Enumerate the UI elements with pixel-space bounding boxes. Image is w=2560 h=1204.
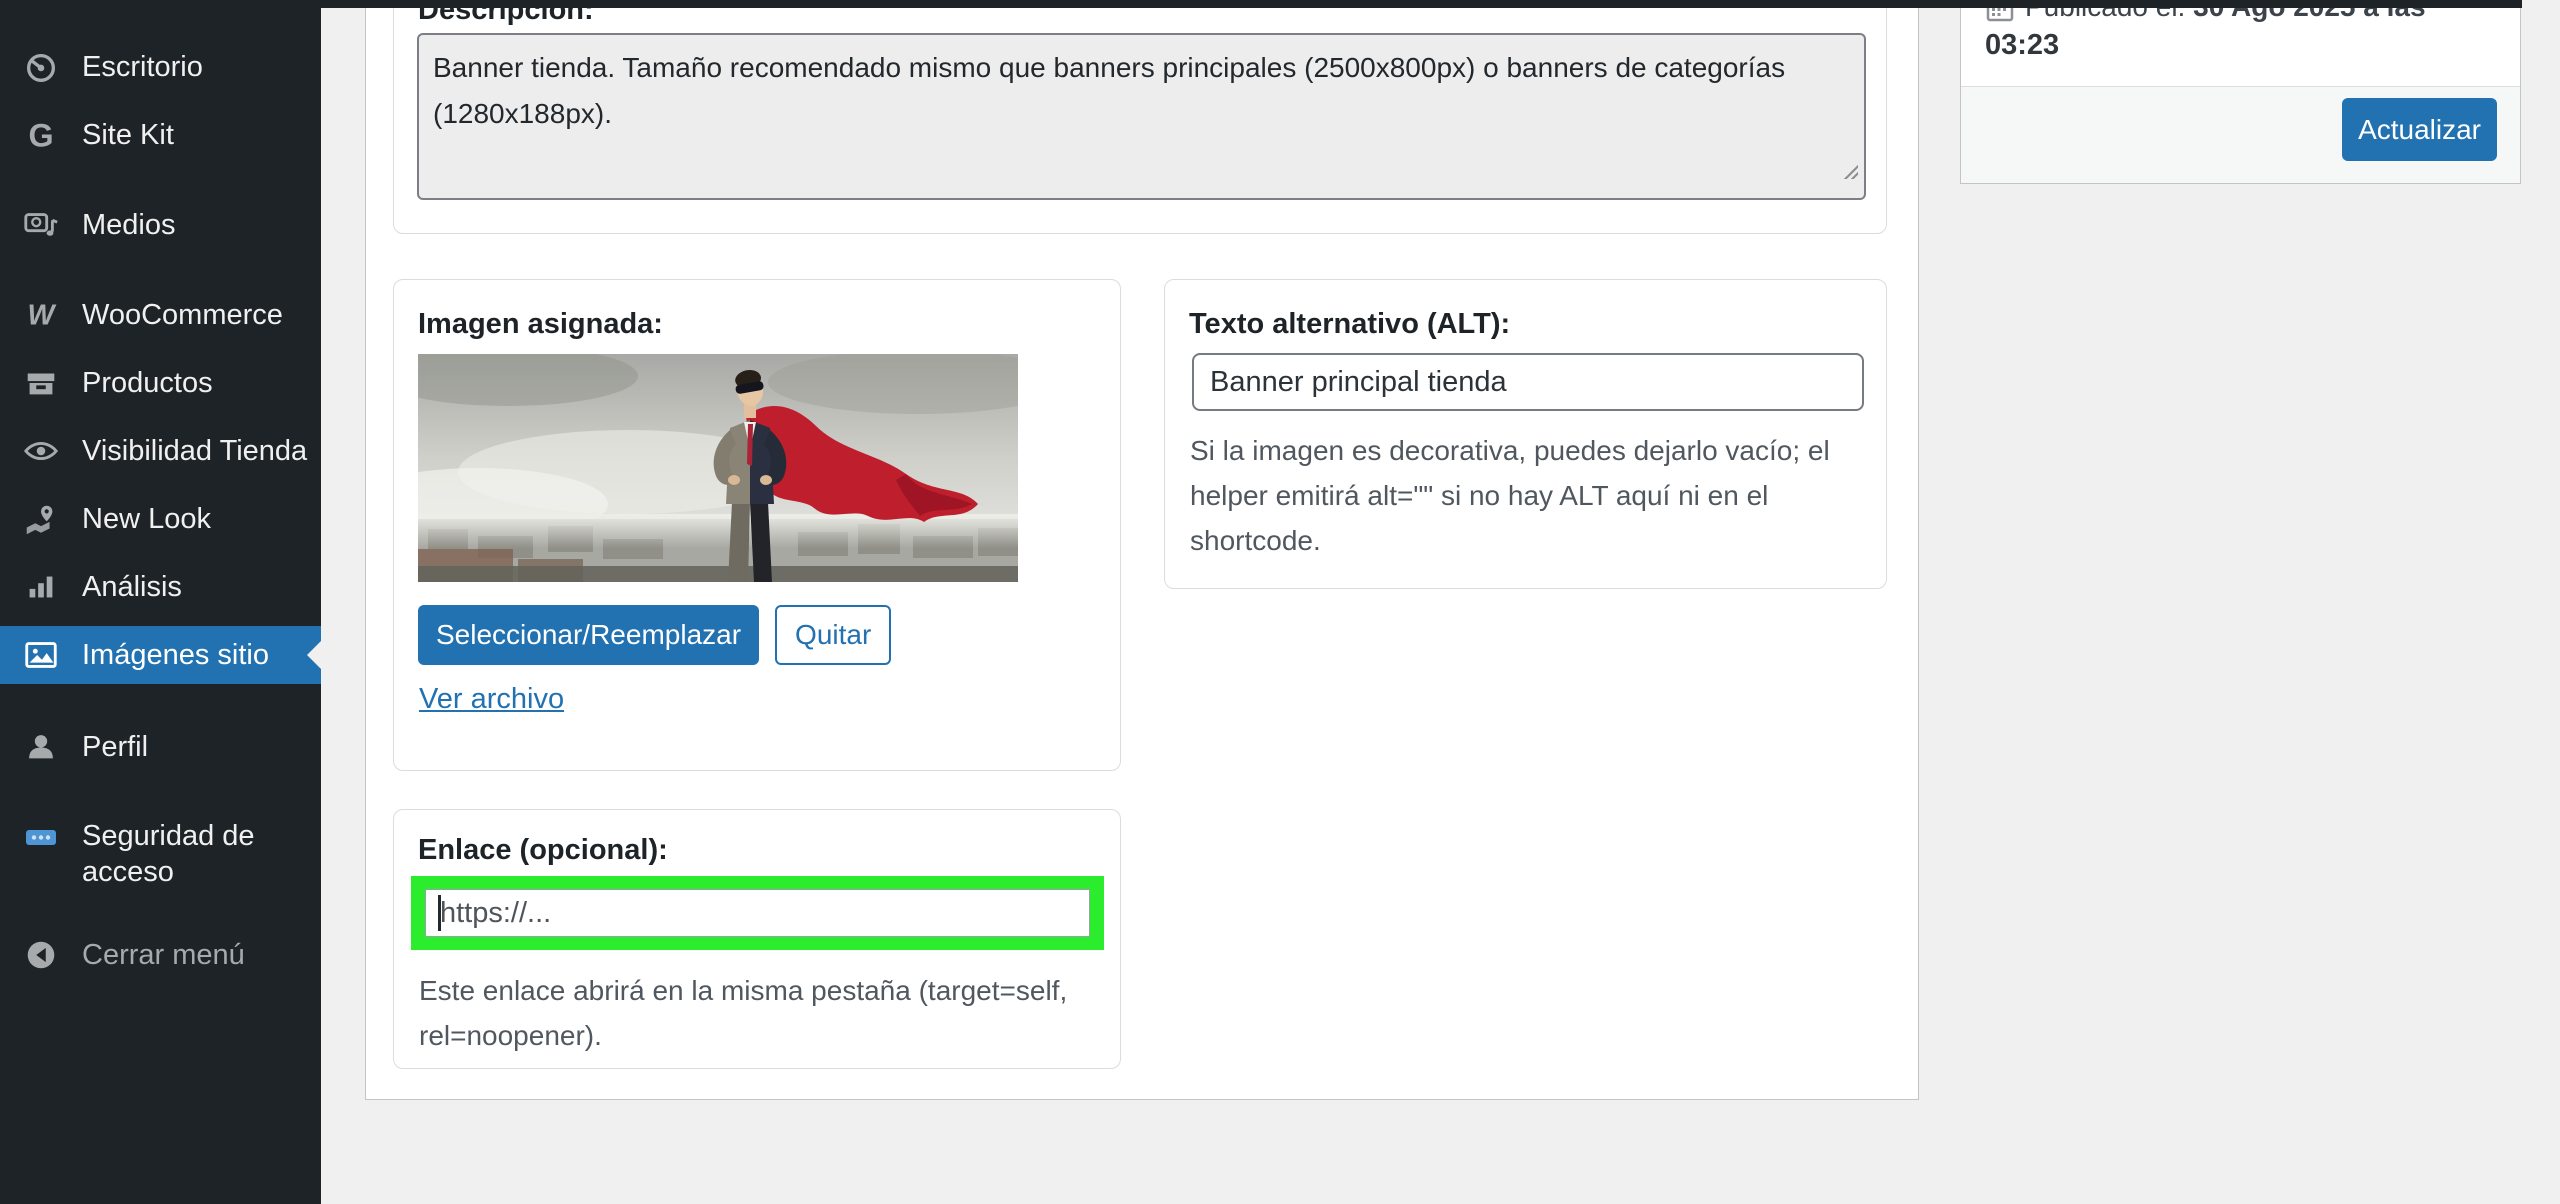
sidebar-item-label: Análisis bbox=[82, 570, 182, 603]
sidebar-item-new-look[interactable]: New Look bbox=[0, 490, 321, 548]
admin-topbar-remnant bbox=[0, 0, 2522, 8]
remove-button[interactable]: Quitar bbox=[775, 605, 892, 665]
alt-help-line: helper emitirá alt="" si no hay ALT aquí… bbox=[1190, 480, 1769, 511]
sidebar-item-analisis[interactable]: Análisis bbox=[0, 558, 321, 616]
description-textarea[interactable]: Banner tienda. Tamaño recomendado mismo … bbox=[417, 33, 1866, 200]
select-replace-button[interactable]: Seleccionar/Reemplazar bbox=[418, 605, 760, 665]
image-buttons-row: Seleccionar/Reemplazar Quitar bbox=[418, 605, 892, 665]
sidebar-item-label: WooCommerce bbox=[82, 298, 283, 331]
alt-text-input[interactable] bbox=[1192, 353, 1864, 411]
sidebar-item-medios[interactable]: Medios bbox=[0, 196, 321, 254]
alt-help-line: shortcode. bbox=[1190, 525, 1321, 556]
sidebar-item-label: Seguridad de acceso bbox=[82, 820, 255, 888]
google-icon: G bbox=[22, 116, 60, 154]
sidebar-item-label: Visibilidad Tienda bbox=[82, 434, 308, 467]
alt-help-text: Si la imagen es decorativa, puedes dejar… bbox=[1190, 428, 1830, 563]
sidebar-item-label: Imágenes sitio bbox=[82, 638, 269, 671]
sidebar-item-site-kit[interactable]: G Site Kit bbox=[0, 106, 321, 164]
link-label: Enlace (opcional): bbox=[418, 834, 668, 866]
sidebar-item-cerrar-menu[interactable]: Cerrar menú bbox=[0, 926, 321, 984]
sidebar-item-seguridad-de-acceso[interactable]: Seguridad de acceso bbox=[0, 806, 321, 914]
sidebar-item-visibilidad-tienda[interactable]: Visibilidad Tienda bbox=[0, 422, 321, 480]
update-button[interactable]: Actualizar bbox=[2342, 98, 2497, 161]
security-icon bbox=[22, 818, 60, 856]
site-images-form-card: Descripción: Banner tienda. Tamaño recom… bbox=[365, 0, 1919, 1100]
sidebar-item-perfil[interactable]: Perfil bbox=[0, 718, 321, 776]
link-help-line: Este enlace abrirá en la misma pestaña (… bbox=[419, 975, 1068, 1006]
sidebar-item-label: Site Kit bbox=[82, 118, 174, 151]
chart-icon bbox=[22, 568, 60, 606]
svg-text:G: G bbox=[28, 117, 53, 153]
alt-text-label: Texto alternativo (ALT): bbox=[1189, 308, 1511, 340]
sidebar-item-label: New Look bbox=[82, 502, 211, 535]
user-icon bbox=[22, 728, 60, 766]
assigned-image-label: Imagen asignada: bbox=[418, 308, 663, 340]
media-icon bbox=[22, 206, 60, 244]
link-url-input[interactable] bbox=[425, 889, 1090, 937]
eye-icon bbox=[22, 432, 60, 470]
sidebar-item-productos[interactable]: Productos bbox=[0, 354, 321, 412]
publish-actions-footer: Actualizar bbox=[1961, 86, 2520, 183]
sidebar-item-label: Cerrar menú bbox=[82, 938, 245, 971]
description-section: Descripción: Banner tienda. Tamaño recom… bbox=[393, 0, 1887, 234]
images-icon bbox=[22, 636, 60, 674]
products-icon bbox=[22, 364, 60, 402]
alt-help-line: Si la imagen es decorativa, puedes dejar… bbox=[1190, 435, 1830, 466]
assigned-image bbox=[418, 354, 1018, 582]
textarea-resize-grip[interactable] bbox=[1842, 163, 1858, 179]
woocommerce-icon: W bbox=[22, 296, 60, 334]
sidebar-item-label: Escritorio bbox=[82, 50, 203, 83]
sidebar-item-label: Perfil bbox=[82, 730, 149, 763]
alt-text-section: Texto alternativo (ALT): Si la imagen es… bbox=[1164, 279, 1887, 589]
sidebar-item-imagenes-sitio[interactable]: Imágenes sitio bbox=[0, 626, 321, 684]
published-time: 03:23 bbox=[1985, 29, 2060, 61]
sidebar-item-woocommerce[interactable]: W WooCommerce bbox=[0, 286, 321, 344]
link-section: Enlace (opcional): Este enlace abrirá en… bbox=[393, 809, 1121, 1069]
link-help-line: rel=noopener). bbox=[419, 1020, 602, 1051]
link-help-text: Este enlace abrirá en la misma pestaña (… bbox=[419, 968, 1067, 1058]
text-caret bbox=[438, 895, 441, 931]
assigned-image-section: Imagen asignada: Seleccionar/Reemplazar … bbox=[393, 279, 1121, 771]
publish-metabox: Publicado el: 30 Ago 2025 a las 03:23 Ac… bbox=[1960, 0, 2521, 184]
admin-sidebar: Escritorio G Site Kit Medios W WooCommer… bbox=[0, 0, 321, 1204]
location-icon bbox=[22, 500, 60, 538]
sidebar-item-escritorio[interactable]: Escritorio bbox=[0, 38, 321, 96]
focus-highlight-box bbox=[411, 876, 1104, 950]
collapse-icon bbox=[22, 936, 60, 974]
view-file-link[interactable]: Ver archivo bbox=[419, 683, 564, 716]
dashboard-icon bbox=[22, 48, 60, 86]
sidebar-item-label: Productos bbox=[82, 366, 213, 399]
sidebar-item-label: Medios bbox=[82, 208, 176, 241]
svg-text:W: W bbox=[28, 300, 57, 332]
